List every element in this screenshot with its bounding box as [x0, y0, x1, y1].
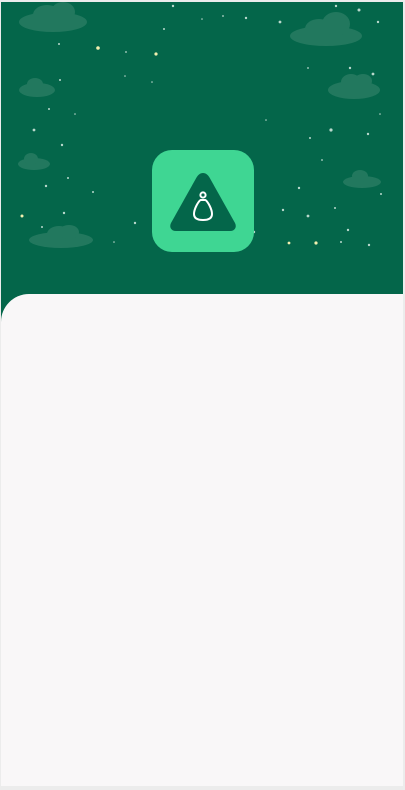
cloud-icon — [29, 225, 93, 248]
cloud-icon — [19, 78, 55, 97]
cloud-icon — [328, 74, 380, 99]
warning-triangle-person-icon — [170, 173, 236, 231]
cloud-icon — [290, 12, 362, 46]
cloud-icon — [343, 170, 381, 188]
cloud-icon — [19, 2, 87, 32]
content-sheet — [1, 294, 403, 786]
cloud-icon — [18, 153, 50, 170]
header-banner — [1, 2, 403, 322]
screen — [0, 0, 405, 790]
app-logo — [152, 150, 254, 252]
